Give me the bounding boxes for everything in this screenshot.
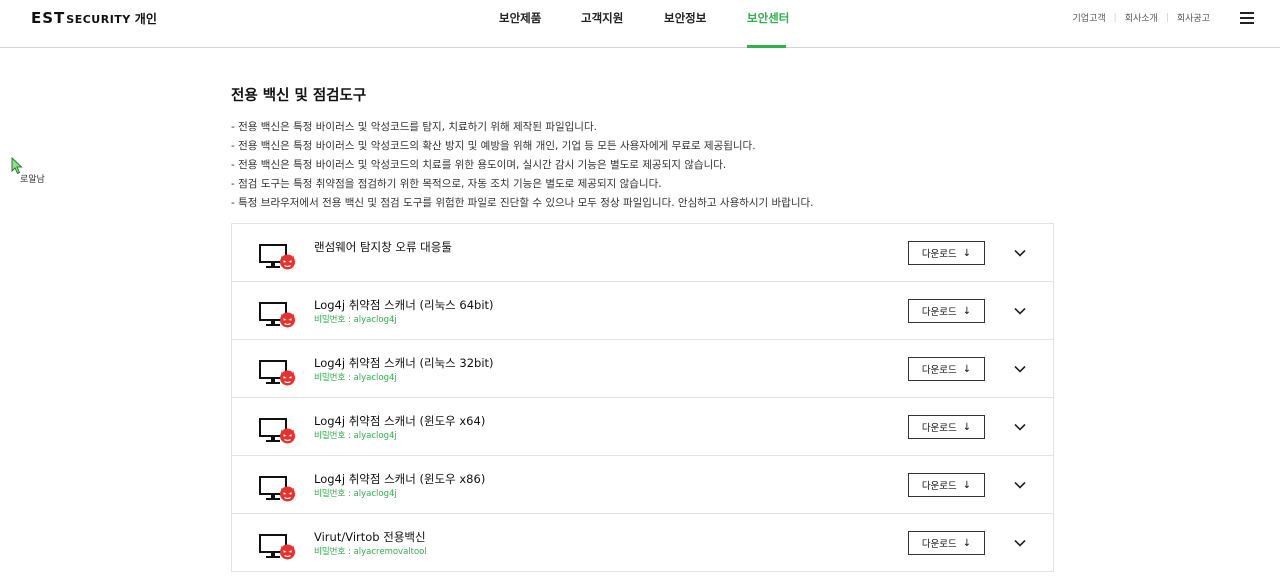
description-item: - 전용 백신은 특정 바이러스 및 악성코드의 확산 방지 및 예방을 위해 … xyxy=(231,140,756,152)
tool-title: 랜섬웨어 탐지창 오류 대응툴 xyxy=(314,240,452,254)
download-label: 다운로드 xyxy=(921,249,957,260)
nav-security-info[interactable]: 보안정보 xyxy=(664,10,706,26)
side-label: 로알남 xyxy=(20,175,45,185)
tool-list-item: Log4j 취약점 스캐너 (윈도우 x64) 비밀번호 : alyaclog4… xyxy=(232,398,1053,456)
estsecurity-logo[interactable]: EST SECURITY 개인 xyxy=(31,9,157,27)
download-arrow-icon: ↓ xyxy=(962,247,972,259)
tool-title: Log4j 취약점 스캐너 (윈도우 x86) xyxy=(314,472,486,486)
page-title: 전용 백신 및 점검도구 xyxy=(231,88,367,104)
tool-title: Log4j 취약점 스캐너 (리눅스 64bit) xyxy=(314,298,494,312)
hamburger-menu-icon[interactable] xyxy=(1240,12,1254,24)
util-link-notice[interactable]: 회사공고 xyxy=(1177,11,1210,24)
description-item: - 특정 브라우저에서 전용 백신 및 점검 도구를 위험한 파일로 진단할 수… xyxy=(231,197,814,209)
chevron-down-icon[interactable] xyxy=(1012,477,1028,493)
chevron-down-icon[interactable] xyxy=(1012,245,1028,261)
tool-password: 비밀번호 : alyacremovaltool xyxy=(314,547,427,557)
chevron-down-icon[interactable] xyxy=(1012,303,1028,319)
download-label: 다운로드 xyxy=(921,307,957,318)
download-arrow-icon: ↓ xyxy=(962,537,972,549)
tool-password: 비밀번호 : alyaclog4j xyxy=(314,373,397,383)
util-link-company[interactable]: 회사소개 xyxy=(1125,11,1158,24)
nav-security-center[interactable]: 보안센터 xyxy=(747,10,789,26)
download-arrow-icon: ↓ xyxy=(962,421,972,433)
tool-password: 비밀번호 : alyaclog4j xyxy=(314,315,397,325)
infected-monitor-icon xyxy=(259,534,295,560)
logo-personal-text: 개인 xyxy=(134,12,157,26)
nav-active-indicator xyxy=(747,45,786,48)
tool-password: 비밀번호 : alyaclog4j xyxy=(314,489,397,499)
util-divider: | xyxy=(1165,12,1169,23)
download-label: 다운로드 xyxy=(921,539,957,550)
download-button[interactable]: 다운로드 ↓ xyxy=(908,299,985,323)
download-button[interactable]: 다운로드 ↓ xyxy=(908,473,985,497)
infected-monitor-icon xyxy=(259,476,295,502)
download-button[interactable]: 다운로드 ↓ xyxy=(908,531,985,555)
chevron-down-icon[interactable] xyxy=(1012,419,1028,435)
description-list: - 전용 백신은 특정 바이러스 및 악성코드를 탐지, 치료하기 위해 제작된… xyxy=(231,118,1054,213)
download-label: 다운로드 xyxy=(921,365,957,376)
chevron-down-icon[interactable] xyxy=(1012,361,1028,377)
download-label: 다운로드 xyxy=(921,481,957,492)
download-button[interactable]: 다운로드 ↓ xyxy=(908,357,985,381)
tool-password: 비밀번호 : alyaclog4j xyxy=(314,431,397,441)
download-arrow-icon: ↓ xyxy=(962,363,972,375)
chevron-down-icon[interactable] xyxy=(1012,535,1028,551)
infected-monitor-icon xyxy=(259,418,295,444)
download-button[interactable]: 다운로드 ↓ xyxy=(908,241,985,265)
site-header: EST SECURITY 개인 보안제품 고객지원 보안정보 보안센터 기업고객… xyxy=(0,0,1280,48)
tool-list-item: 랜섬웨어 탐지창 오류 대응툴 다운로드 ↓ xyxy=(232,224,1053,282)
tool-title: Log4j 취약점 스캐너 (윈도우 x64) xyxy=(314,414,486,428)
infected-monitor-icon xyxy=(259,360,295,386)
download-arrow-icon: ↓ xyxy=(962,305,972,317)
nav-security-products[interactable]: 보안제품 xyxy=(499,10,541,26)
description-item: - 점검 도구는 특정 취약점을 점검하기 위한 목적으로, 자동 조치 기능은… xyxy=(231,178,662,190)
util-link-business[interactable]: 기업고객 xyxy=(1073,11,1106,24)
logo-security-text: SECURITY xyxy=(66,13,131,26)
tool-list-item: Log4j 취약점 스캐너 (리눅스 32bit) 비밀번호 : alyaclo… xyxy=(232,340,1053,398)
tool-list-item: Virut/Virtob 전용백신 비밀번호 : alyacremovaltoo… xyxy=(232,514,1053,572)
main-content: 전용 백신 및 점검도구 - 전용 백신은 특정 바이러스 및 악성코드를 탐지… xyxy=(231,84,1054,572)
tool-title: Virut/Virtob 전용백신 xyxy=(314,530,426,544)
utility-links: 기업고객 | 회사소개 | 회사공고 xyxy=(1073,11,1210,25)
nav-customer-support[interactable]: 고객지원 xyxy=(581,10,623,26)
download-button[interactable]: 다운로드 ↓ xyxy=(908,415,985,439)
description-item: - 전용 백신은 특정 바이러스 및 악성코드를 탐지, 치료하기 위해 제작된… xyxy=(231,121,597,133)
tool-title: Log4j 취약점 스캐너 (리눅스 32bit) xyxy=(314,356,494,370)
tool-list: 랜섬웨어 탐지창 오류 대응툴 다운로드 ↓ Log4j 취약점 스캐너 (리눅… xyxy=(231,223,1054,572)
download-arrow-icon: ↓ xyxy=(962,479,972,491)
description-item: - 전용 백신은 특정 바이러스 및 악성코드의 치료를 위한 용도이며, 실시… xyxy=(231,159,727,171)
tool-list-item: Log4j 취약점 스캐너 (리눅스 64bit) 비밀번호 : alyaclo… xyxy=(232,282,1053,340)
infected-monitor-icon xyxy=(259,302,295,328)
download-label: 다운로드 xyxy=(921,423,957,434)
logo-est-text: EST xyxy=(31,9,66,27)
util-divider: | xyxy=(1113,12,1117,23)
tool-list-item: Log4j 취약점 스캐너 (윈도우 x86) 비밀번호 : alyaclog4… xyxy=(232,456,1053,514)
infected-monitor-icon xyxy=(259,244,295,270)
